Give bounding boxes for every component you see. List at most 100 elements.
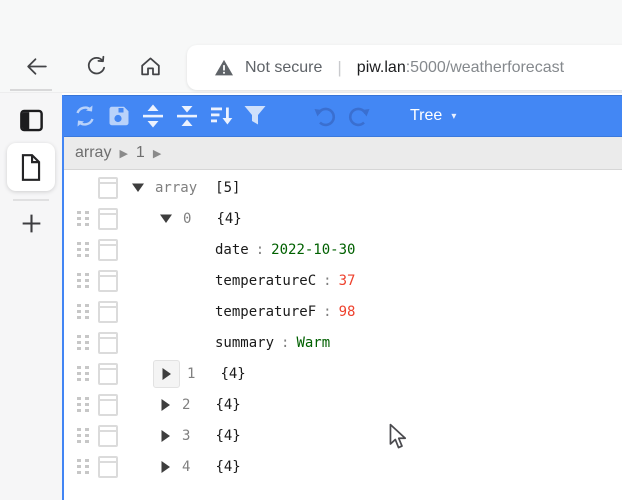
save-button[interactable] (106, 103, 132, 129)
drag-handle-icon[interactable] (77, 304, 88, 319)
expand-all-button[interactable] (140, 103, 166, 129)
mouse-cursor (388, 423, 408, 451)
tree-value[interactable]: 98 (339, 304, 356, 320)
tree-key[interactable]: date (215, 242, 249, 258)
drag-handle-icon[interactable] (77, 242, 88, 257)
url-path[interactable]: :5000/weatherforecast (406, 59, 564, 77)
undo-icon (312, 103, 338, 129)
tree-row: 0 {4} (64, 203, 622, 234)
home-icon (138, 54, 163, 79)
tree-row: 2 {4} (64, 389, 622, 420)
save-icon (106, 103, 132, 129)
tree-row: 3 {4} (64, 420, 622, 451)
tree-row: temperatureF : 98 (64, 296, 622, 327)
address-bar[interactable]: Not secure | piw.lan:5000/weatherforecas… (187, 45, 622, 90)
mode-dropdown[interactable]: Tree ▾ (410, 107, 456, 125)
tree-row: 1 {4} (64, 358, 622, 389)
filter-icon (242, 103, 268, 129)
reload-icon (84, 54, 109, 79)
key-value-separator: : (281, 335, 289, 351)
drag-handle-icon[interactable] (77, 428, 88, 443)
sort-icon (208, 103, 234, 129)
expand-triangle-icon[interactable] (159, 429, 172, 443)
active-tab[interactable] (7, 143, 55, 191)
context-menu-button[interactable] (98, 208, 118, 230)
security-label[interactable]: Not secure (245, 59, 322, 77)
collapse-triangle-icon[interactable] (131, 181, 145, 194)
warning-triangle-icon (214, 59, 234, 77)
context-menu-button[interactable] (98, 394, 118, 416)
expand-triangle-icon[interactable] (159, 460, 172, 474)
tree-key: 4 (182, 459, 190, 475)
tree-key: 1 (187, 366, 195, 382)
breadcrumb-item[interactable]: array (75, 144, 111, 162)
key-value-separator: : (256, 242, 264, 258)
sidebar-divider (13, 199, 49, 201)
filter-button[interactable] (242, 103, 268, 129)
tree-key: 3 (182, 428, 190, 444)
drag-handle-icon[interactable] (77, 211, 88, 226)
json-editor: Tree ▾ array ▶ 1 ▶ array [5] (62, 95, 622, 500)
context-menu-button[interactable] (98, 270, 118, 292)
context-menu-button[interactable] (98, 332, 118, 354)
refresh-button[interactable] (72, 103, 98, 129)
tree-key[interactable]: summary (215, 335, 274, 351)
tree-row: 4 {4} (64, 451, 622, 482)
mode-label: Tree (410, 107, 442, 125)
sort-button[interactable] (208, 103, 234, 129)
tree-key[interactable]: temperatureF (215, 304, 316, 320)
browser-toolbar: Not secure | piw.lan:5000/weatherforecas… (0, 0, 622, 93)
chevron-down-icon: ▾ (451, 111, 456, 122)
expand-triangle-icon (160, 367, 173, 381)
expand-all-icon (140, 103, 166, 129)
editor-toolbar: Tree ▾ (64, 95, 622, 137)
tree-value[interactable]: 2022-10-30 (271, 242, 355, 258)
breadcrumb: array ▶ 1 ▶ (64, 137, 622, 170)
context-menu-button[interactable] (98, 425, 118, 447)
context-menu-button[interactable] (98, 301, 118, 323)
tree-value: {4} (216, 211, 241, 227)
address-divider: | (337, 58, 341, 78)
context-menu-button[interactable] (98, 363, 118, 385)
breadcrumb-item[interactable]: 1 (136, 144, 145, 162)
context-menu-button[interactable] (98, 177, 118, 199)
context-menu-button[interactable] (98, 456, 118, 478)
tree-key: 2 (182, 397, 190, 413)
redo-icon (346, 103, 372, 129)
document-icon (18, 153, 44, 182)
vertical-tabs-icon (18, 107, 45, 134)
json-tree: array [5] 0 {4} date : 2022-10-30 (64, 170, 622, 482)
tree-value: {4} (215, 428, 240, 444)
tree-row: date : 2022-10-30 (64, 234, 622, 265)
collapse-all-button[interactable] (174, 103, 200, 129)
key-value-separator: : (323, 304, 331, 320)
expand-button-focused[interactable] (153, 360, 180, 388)
collapse-triangle-icon[interactable] (159, 212, 173, 225)
new-tab-button[interactable] (19, 211, 44, 241)
drag-handle-icon[interactable] (77, 273, 88, 288)
drag-handle-icon[interactable] (77, 397, 88, 412)
tree-row: temperatureC : 37 (64, 265, 622, 296)
browser-window: Not secure | piw.lan:5000/weatherforecas… (0, 0, 622, 500)
tree-key: array (155, 180, 197, 196)
expand-triangle-icon[interactable] (159, 398, 172, 412)
tab-actions-button[interactable] (18, 107, 45, 139)
reload-button[interactable] (82, 52, 110, 80)
tree-value: {4} (220, 366, 245, 382)
redo-button[interactable] (346, 103, 372, 129)
drag-handle-icon[interactable] (77, 366, 88, 381)
undo-button[interactable] (312, 103, 338, 129)
tree-row: array [5] (64, 172, 622, 203)
tree-value[interactable]: Warm (296, 335, 330, 351)
refresh-icon (72, 103, 98, 129)
back-arrow-icon (24, 54, 49, 79)
drag-handle-icon[interactable] (77, 459, 88, 474)
tree-value[interactable]: 37 (339, 273, 356, 289)
tree-key[interactable]: temperatureC (215, 273, 316, 289)
drag-handle-icon[interactable] (77, 335, 88, 350)
context-menu-button[interactable] (98, 239, 118, 261)
home-button[interactable] (136, 52, 164, 80)
breadcrumb-separator-icon: ▶ (153, 147, 161, 160)
url-host[interactable]: piw.lan (357, 59, 406, 77)
back-button[interactable] (22, 52, 50, 80)
